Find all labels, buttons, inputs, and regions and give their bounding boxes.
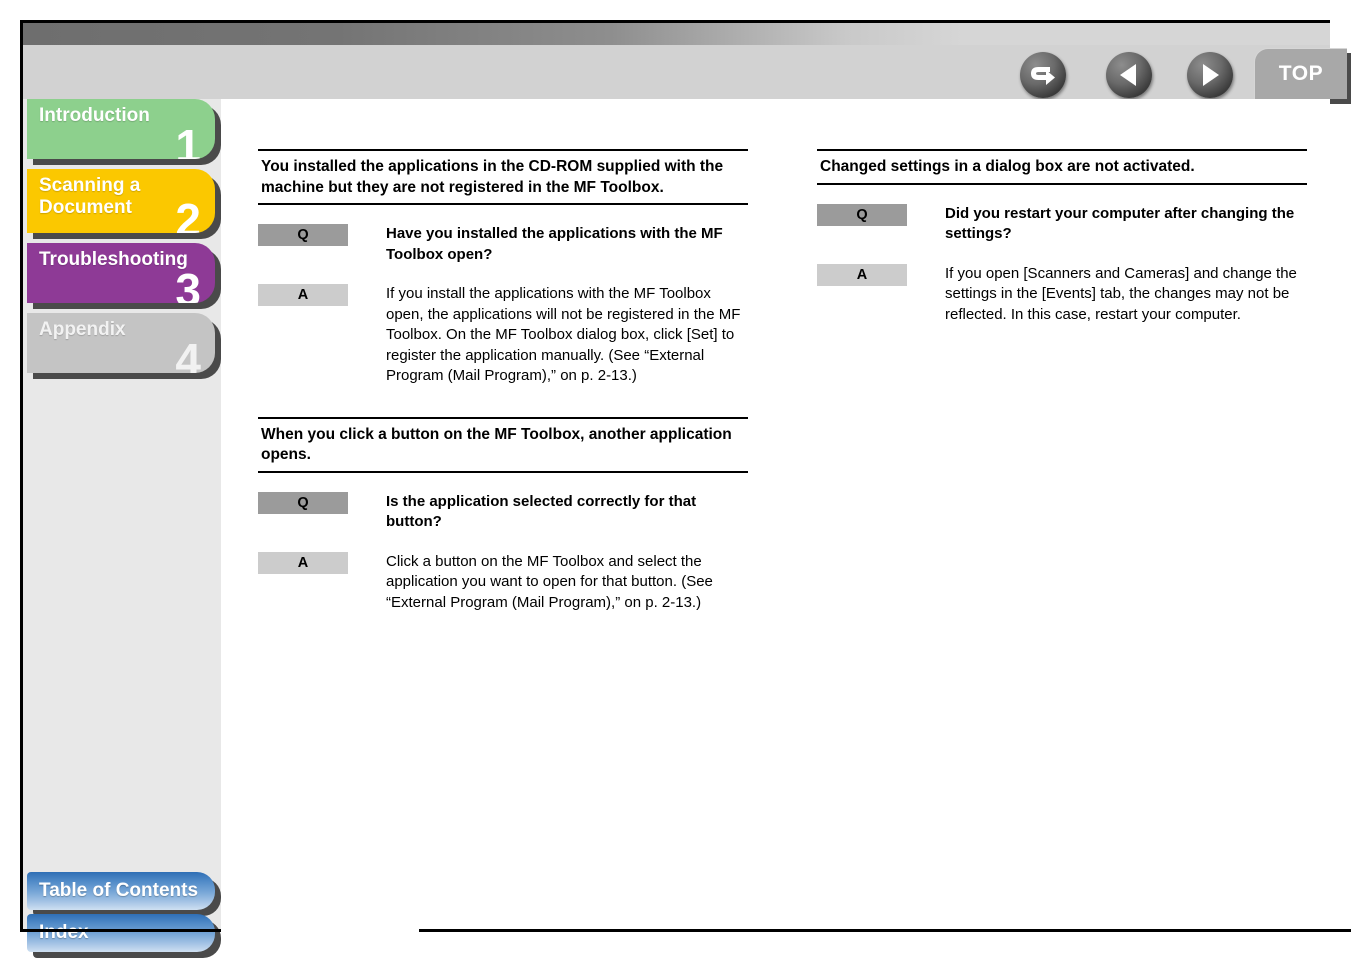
sidebar-item-introduction[interactable]: Introduction 1 [27, 99, 221, 165]
sidebar-item-appendix[interactable]: Appendix 4 [27, 313, 221, 379]
answer-badge: A [817, 263, 907, 286]
sidebar-item-number: 1 [175, 120, 201, 159]
question-badge: Q [258, 224, 348, 246]
top-tab-face: TOP [1254, 48, 1347, 99]
top-tab-label: TOP [1278, 62, 1324, 85]
section-heading: When you click a button on the MF Toolbo… [258, 416, 748, 473]
sidebar-item-index[interactable]: Index [27, 914, 221, 958]
footer-bottom-divider [419, 929, 1351, 932]
content-column-right: Changed settings in a dialog box are not… [817, 149, 1307, 355]
question-text: Have you installed the applications with… [386, 225, 723, 263]
question-text: Did you restart your computer after chan… [945, 204, 1295, 243]
answer-row: A If you open [Scanners and Cameras] and… [817, 263, 1307, 326]
document-header-bar: Back Previous Next TOP [23, 23, 1351, 117]
header-gradient-strip [23, 23, 1330, 45]
sidebar-item-label: Table of Contents [39, 880, 199, 901]
top-tab-button[interactable]: TOP [1254, 48, 1351, 104]
question-badge: Q [258, 491, 348, 514]
tab-face: Troubleshooting 3 [27, 243, 215, 303]
left-triangle-icon [1106, 52, 1152, 98]
sidebar-bottom-divider [23, 929, 221, 932]
sidebar-item-number: 3 [175, 264, 201, 303]
page-footer: 3-5 [419, 890, 1351, 932]
question-badge: Q [817, 203, 907, 226]
sidebar-item-troubleshooting[interactable]: Troubleshooting 3 [27, 243, 221, 309]
sidebar-item-scanning-a-document[interactable]: Scanning a Document 2 [27, 169, 221, 239]
sidebar-item-number: 2 [175, 194, 201, 233]
qa-section: Changed settings in a dialog box are not… [817, 149, 1307, 325]
back-arrow-icon [1020, 52, 1066, 98]
answer-badge: A [258, 551, 348, 574]
question-row: Q Is the application selected correctly … [258, 491, 748, 533]
main-content: You installed the applications in the CD… [221, 99, 1351, 932]
question-row: Q Have you installed the applications wi… [258, 224, 748, 265]
section-heading: Changed settings in a dialog box are not… [817, 149, 1307, 185]
sidebar-navigation: Introduction 1 Scanning a Document 2 Trou… [23, 99, 221, 958]
tab-face: Table of Contents [27, 872, 215, 910]
tab-face: Scanning a Document 2 [27, 169, 215, 233]
tab-face: Appendix 4 [27, 313, 215, 373]
answer-text: If you install the applications with the… [386, 285, 741, 384]
sidebar-item-label: Index [39, 922, 89, 943]
right-triangle-icon [1187, 52, 1233, 98]
question-row: Q Did you restart your computer after ch… [817, 203, 1307, 245]
answer-row: A Click a button on the MF Toolbox and s… [258, 551, 748, 614]
answer-text: Click a button on the MF Toolbox and sel… [386, 552, 713, 611]
content-column-left: You installed the applications in the CD… [258, 149, 748, 643]
answer-badge: A [258, 284, 348, 306]
qa-section: You installed the applications in the CD… [258, 149, 748, 387]
question-text: Is the application selected correctly fo… [386, 492, 697, 531]
tab-face: Introduction 1 [27, 99, 215, 159]
section-heading: You installed the applications in the CD… [258, 149, 748, 205]
tab-face: Index [27, 914, 215, 952]
document-page-frame: Back Previous Next TOP [20, 20, 1351, 958]
sidebar-item-number: 4 [175, 334, 201, 373]
answer-text: If you open [Scanners and Cameras] and c… [945, 264, 1297, 323]
qa-section: When you click a button on the MF Toolbo… [258, 416, 748, 614]
answer-row: A If you install the applications with t… [258, 284, 748, 387]
sidebar-item-table-of-contents[interactable]: Table of Contents [27, 872, 221, 916]
